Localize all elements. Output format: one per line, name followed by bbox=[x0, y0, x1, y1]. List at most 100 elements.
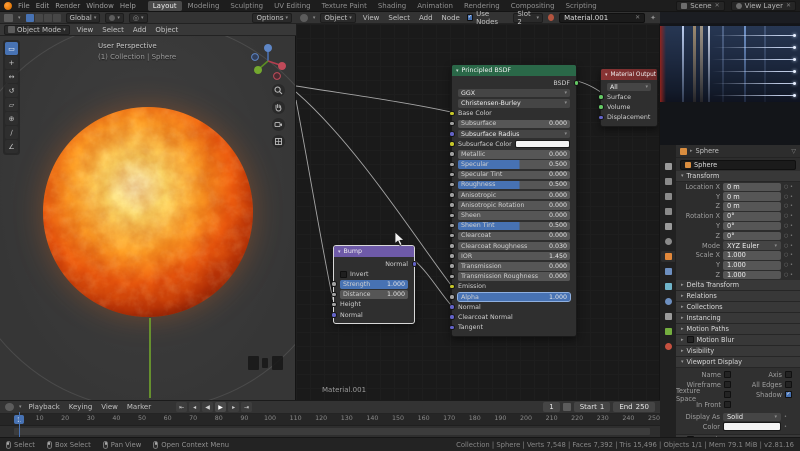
socket-input[interactable] bbox=[449, 171, 455, 178]
all-edges-checkbox[interactable]: ✓ bbox=[785, 381, 792, 389]
socket-input[interactable] bbox=[449, 202, 455, 208]
material-slot-dropdown[interactable]: Slot 2 ▾ bbox=[513, 10, 543, 26]
socket-input[interactable] bbox=[449, 294, 455, 300]
panel-motion-blur[interactable]: ▸✓Motion Blur bbox=[676, 334, 800, 346]
viewport-3d[interactable]: User Perspective (1) Collection | Sphere… bbox=[0, 36, 296, 400]
pan-hand-icon[interactable] bbox=[272, 101, 285, 114]
socket-input[interactable] bbox=[449, 181, 455, 188]
decorator-icons[interactable]: ○ • bbox=[784, 213, 796, 219]
panel-instancing[interactable]: ▸ Instancing bbox=[676, 312, 800, 324]
decorator-icons[interactable]: ○ • bbox=[784, 243, 796, 249]
shader-editor-type-icon[interactable] bbox=[300, 13, 308, 22]
properties-tab-tool[interactable] bbox=[661, 161, 675, 172]
filter-icon[interactable]: ▽ bbox=[791, 148, 796, 155]
socket-input[interactable] bbox=[449, 192, 455, 198]
transform-y-field[interactable]: 0° bbox=[723, 221, 781, 231]
editor-type-icon[interactable] bbox=[4, 13, 13, 22]
panel-viewport-display[interactable]: ▾ Viewport Display bbox=[676, 356, 800, 368]
transform-z-field[interactable]: 0° bbox=[723, 231, 781, 241]
panel-visibility[interactable]: ▸ Visibility bbox=[676, 345, 800, 357]
texture-space-checkbox[interactable]: ✓ bbox=[724, 391, 731, 399]
object-name-field[interactable]: Sphere bbox=[680, 159, 796, 170]
socket-output[interactable] bbox=[573, 80, 579, 86]
blender-logo-icon[interactable] bbox=[4, 1, 12, 10]
node-header[interactable]: ▾ Material Output bbox=[601, 69, 657, 80]
socket-input[interactable] bbox=[449, 222, 455, 229]
timeline-menu-view[interactable]: View bbox=[99, 403, 120, 411]
panel-transform[interactable]: ▾ Transform bbox=[676, 171, 800, 182]
socket-input[interactable] bbox=[449, 273, 455, 280]
socket-input[interactable] bbox=[449, 263, 455, 269]
output-target-dropdown[interactable]: All ▾ bbox=[607, 82, 651, 92]
timeline-menu-marker[interactable]: Marker bbox=[125, 403, 153, 411]
object-color-swatch[interactable] bbox=[723, 422, 781, 431]
transform-z-field[interactable]: 1.000 bbox=[723, 270, 781, 280]
socket-input[interactable] bbox=[449, 151, 455, 157]
socket-input[interactable] bbox=[598, 94, 604, 100]
principled-anisotropic-field[interactable]: Anisotropic 0.000 bbox=[458, 190, 570, 200]
properties-tab-view-layer[interactable] bbox=[661, 206, 675, 217]
principled-clearcoat-field[interactable]: Clearcoat 0.000 bbox=[458, 231, 570, 241]
select-mode-toggle-group[interactable] bbox=[25, 13, 61, 22]
options-dropdown[interactable]: Options ▾ bbox=[252, 12, 292, 23]
socket-output[interactable] bbox=[411, 261, 417, 267]
panel-collections[interactable]: ▸ Collections bbox=[676, 301, 800, 313]
socket-input[interactable] bbox=[449, 161, 455, 168]
socket-input[interactable] bbox=[449, 314, 455, 320]
timeline-menu-playback[interactable]: Playback bbox=[27, 403, 62, 411]
scene-selector[interactable]: Scene ✕ bbox=[676, 0, 725, 11]
decorator-icons[interactable]: ○ • bbox=[784, 203, 796, 209]
pin-icon[interactable]: ✦ bbox=[650, 14, 656, 22]
socket-input[interactable] bbox=[449, 324, 455, 331]
node-bump[interactable]: ▾ Bump Normal Invert Strength 1.000 Distance… bbox=[331, 245, 417, 325]
principled-sheen-tint-field[interactable]: Sheen Tint 0.500 bbox=[458, 221, 570, 230]
socket-input[interactable] bbox=[449, 232, 455, 239]
decorator-icons[interactable]: ○ • bbox=[784, 194, 796, 200]
wireframe-checkbox[interactable]: ✓ bbox=[724, 381, 731, 389]
socket-input[interactable] bbox=[449, 304, 455, 310]
start-frame-field[interactable]: Start 1 bbox=[573, 402, 611, 412]
zoom-icon[interactable] bbox=[272, 84, 285, 97]
workspace-tab-sculpting[interactable]: Sculpting bbox=[225, 1, 268, 11]
principled-clearcoat-roughness-field[interactable]: Clearcoat Roughness 0.030 bbox=[458, 241, 570, 251]
properties-tab-constraints[interactable] bbox=[661, 311, 675, 322]
panel-delta-transform[interactable]: ▸ Delta Transform bbox=[676, 279, 800, 291]
shader-menu-add[interactable]: Add bbox=[417, 14, 435, 22]
workspace-tab-shading[interactable]: Shading bbox=[373, 1, 411, 11]
principled-specular-tint-field[interactable]: Specular Tint 0.000 bbox=[458, 170, 570, 179]
socket-input[interactable] bbox=[331, 301, 337, 308]
cursor-tool-button[interactable]: + bbox=[5, 56, 18, 69]
properties-tab-particles[interactable] bbox=[661, 281, 675, 292]
timeline-ruler[interactable]: 1 10203040506070809010011012013014015016… bbox=[0, 414, 660, 426]
jump-to-start-button[interactable]: ⇤ bbox=[176, 402, 188, 412]
transform-z-field[interactable]: 0 m bbox=[723, 202, 781, 211]
motion-blur-checkbox[interactable]: ✓ bbox=[686, 336, 694, 344]
use-nodes-checkbox[interactable]: ✓ bbox=[466, 14, 474, 21]
measure-tool-button[interactable]: ∠ bbox=[5, 140, 18, 153]
view-layer-remove-icon[interactable]: ✕ bbox=[786, 2, 791, 9]
invert-checkbox[interactable] bbox=[340, 270, 347, 278]
transform-mode-field[interactable]: XYZ Euler ▾ bbox=[723, 241, 781, 250]
principled-christensen-burley-dropdown[interactable]: Christensen-Burley ▾ bbox=[458, 99, 570, 108]
node-header[interactable]: ▾ Principled BSDF bbox=[452, 65, 576, 76]
transform-y-field[interactable]: 0 m bbox=[723, 192, 781, 201]
socket-input[interactable] bbox=[449, 212, 455, 219]
jump-to-end-button[interactable]: ⇥ bbox=[241, 402, 253, 412]
socket-input[interactable] bbox=[449, 253, 455, 259]
principled-ggx-dropdown[interactable]: GGX ▾ bbox=[458, 89, 570, 98]
principled-specular-field[interactable]: Specular 0.500 bbox=[458, 160, 570, 169]
workspace-tab-uv-editing[interactable]: UV Editing bbox=[269, 1, 316, 11]
decorator-icons[interactable]: ○ • bbox=[784, 184, 796, 190]
socket-input[interactable] bbox=[331, 312, 337, 318]
socket-input[interactable] bbox=[449, 131, 455, 137]
shadow-checkbox[interactable]: ✓ bbox=[785, 391, 792, 399]
transform-rotation-x-field[interactable]: 0° bbox=[723, 211, 781, 221]
transform-orientation-dropdown[interactable]: Global ▾ bbox=[65, 12, 101, 23]
socket-input[interactable] bbox=[449, 283, 455, 290]
unlink-material-icon[interactable]: ✕ bbox=[635, 14, 640, 21]
principled-anisotropic-rotation-field[interactable]: Anisotropic Rotation 0.000 bbox=[458, 201, 570, 210]
properties-tab-output[interactable] bbox=[661, 191, 675, 202]
shader-menu-node[interactable]: Node bbox=[440, 14, 462, 22]
panel-motion-paths[interactable]: ▸ Motion Paths bbox=[676, 323, 800, 335]
timeline-menu-keying[interactable]: Keying bbox=[67, 403, 95, 411]
